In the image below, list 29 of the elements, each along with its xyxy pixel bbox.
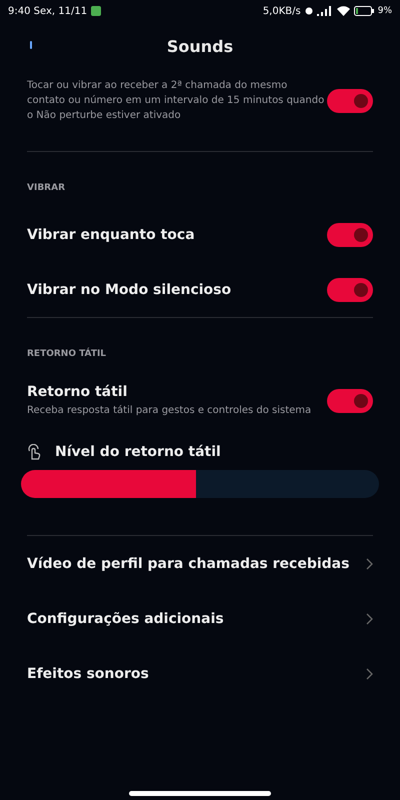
settings-link[interactable]: Efeitos sonoros (0, 646, 400, 701)
chevron-icon (366, 612, 373, 624)
setting-description: Receba resposta tátil para gestos e controles do sistema (27, 404, 312, 418)
toggle-switch[interactable] (327, 278, 373, 302)
settings-link[interactable]: Vídeo de perfil para chamadas recebidas (0, 536, 400, 591)
chevron-icon (366, 558, 373, 570)
settings-link[interactable]: Configurações adicionais (0, 591, 400, 646)
setting-label: Vibrar enquanto toca (27, 226, 195, 242)
toggle-switch[interactable] (327, 388, 373, 412)
setting-label: Vibrar no Modo silencioso (27, 282, 232, 298)
status-time: 9:40 Sex, 11/11 (8, 6, 88, 16)
battery-icon (354, 6, 374, 16)
setting-description: Tocar ou vibrar ao receber a 2ª chamada do mesmo contato ou número em um intervalo de 15 minutos quando o Não perturbe estiver ativado (27, 79, 326, 123)
signal-icon (316, 6, 333, 16)
toggle-switch[interactable] (327, 222, 373, 246)
chevron-icon (366, 668, 373, 680)
wifi-icon (336, 6, 350, 16)
haptic-slider[interactable] (21, 470, 379, 498)
toggle-switch[interactable] (327, 88, 373, 112)
network-speed: 5,0KB/s (262, 6, 301, 16)
battery-level: 9% (378, 6, 392, 16)
hand-icon (27, 444, 41, 460)
section-heading: RETORNO TÁTIL (26, 346, 108, 361)
section-heading: VIBRAR (26, 182, 66, 195)
slider-label: Nível do retorno tátil (55, 444, 221, 460)
notification-icon (91, 6, 102, 16)
setting-label: Retorno tátil (27, 384, 128, 400)
alarm-icon (304, 7, 313, 15)
page-title: Sounds (166, 36, 234, 56)
